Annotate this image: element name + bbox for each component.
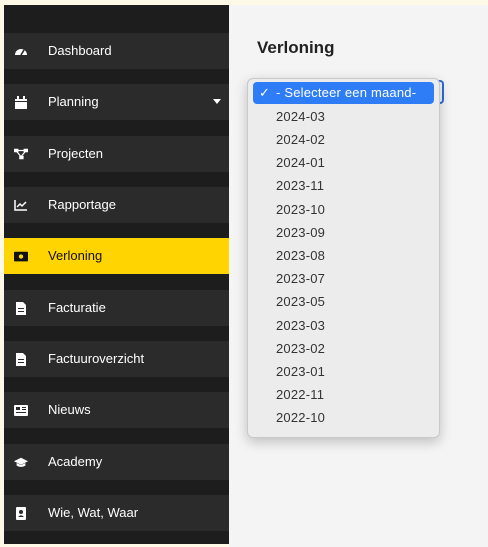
dropdown-option[interactable]: 2023-08 xyxy=(253,245,434,267)
sidebar-item-label: Wie, Wat, Waar xyxy=(48,505,139,520)
sidebar: Dashboard Planning Projecten Rapportage … xyxy=(4,5,229,544)
dropdown-option[interactable]: 2022-11 xyxy=(253,384,434,406)
chevron-down-icon[interactable] xyxy=(213,99,221,104)
dropdown-option[interactable]: 2024-03 xyxy=(253,106,434,128)
sidebar-item-wie-wat-waar[interactable]: Wie, Wat, Waar xyxy=(4,495,229,531)
dropdown-option[interactable]: 2023-01 xyxy=(253,361,434,383)
graduation-cap-icon xyxy=(14,455,28,469)
money-bill-icon xyxy=(14,249,28,263)
dropdown-option[interactable]: 2023-09 xyxy=(253,222,434,244)
sidebar-item-label: Projecten xyxy=(48,146,103,161)
sidebar-item-facturatie[interactable]: Facturatie xyxy=(4,290,229,326)
sidebar-item-projecten[interactable]: Projecten xyxy=(4,136,229,172)
sidebar-item-label: Verloning xyxy=(48,248,103,263)
sidebar-item-label: Dashboard xyxy=(48,43,112,58)
sidebar-item-label: Rapportage xyxy=(48,197,116,212)
checkmark-icon: ✓ xyxy=(259,85,271,100)
line-chart-icon xyxy=(14,198,28,212)
sidebar-item-academy[interactable]: Academy xyxy=(4,444,229,480)
sidebar-item-rapportage[interactable]: Rapportage xyxy=(4,187,229,223)
address-book-icon xyxy=(14,506,28,520)
dropdown-option[interactable]: 2022-10 xyxy=(253,407,434,429)
sidebar-item-dashboard[interactable]: Dashboard xyxy=(4,33,229,69)
dropdown-option[interactable]: 2023-10 xyxy=(253,199,434,221)
sidebar-item-label: Facturatie xyxy=(48,300,106,315)
dropdown-option[interactable]: 2023-05 xyxy=(253,291,434,313)
sidebar-item-label: Nieuws xyxy=(48,402,91,417)
dropdown-option-selected[interactable]: ✓ - Selecteer een maand- xyxy=(253,82,434,104)
sidebar-item-label: Academy xyxy=(48,454,103,469)
sidebar-item-verloning[interactable]: Verloning xyxy=(4,238,229,274)
month-dropdown-list: ✓ - Selecteer een maand- 2024-03 2024-02… xyxy=(247,78,440,438)
dropdown-option[interactable]: 2023-02 xyxy=(253,338,434,360)
dashboard-gauge-icon xyxy=(14,44,28,58)
sidebar-item-label: Planning xyxy=(48,94,99,109)
page-title: Verloning xyxy=(257,38,335,57)
calendar-icon xyxy=(14,95,28,109)
option-label: - Selecteer een maand- xyxy=(276,85,417,100)
sidebar-item-factuuroverzicht[interactable]: Factuuroverzicht xyxy=(4,341,229,377)
dropdown-option[interactable]: 2024-02 xyxy=(253,129,434,151)
document-icon xyxy=(14,301,28,315)
dropdown-option[interactable]: 2023-07 xyxy=(253,268,434,290)
sidebar-item-nieuws[interactable]: Nieuws xyxy=(4,392,229,428)
dropdown-option[interactable]: 2024-01 xyxy=(253,152,434,174)
dropdown-option[interactable]: 2023-11 xyxy=(253,175,434,197)
project-network-icon xyxy=(14,147,28,161)
sidebar-item-label: Factuuroverzicht xyxy=(48,351,145,366)
dropdown-option[interactable]: 2023-03 xyxy=(253,315,434,337)
sidebar-item-planning[interactable]: Planning xyxy=(4,84,229,120)
document-icon xyxy=(14,352,28,366)
newspaper-icon xyxy=(14,403,28,417)
